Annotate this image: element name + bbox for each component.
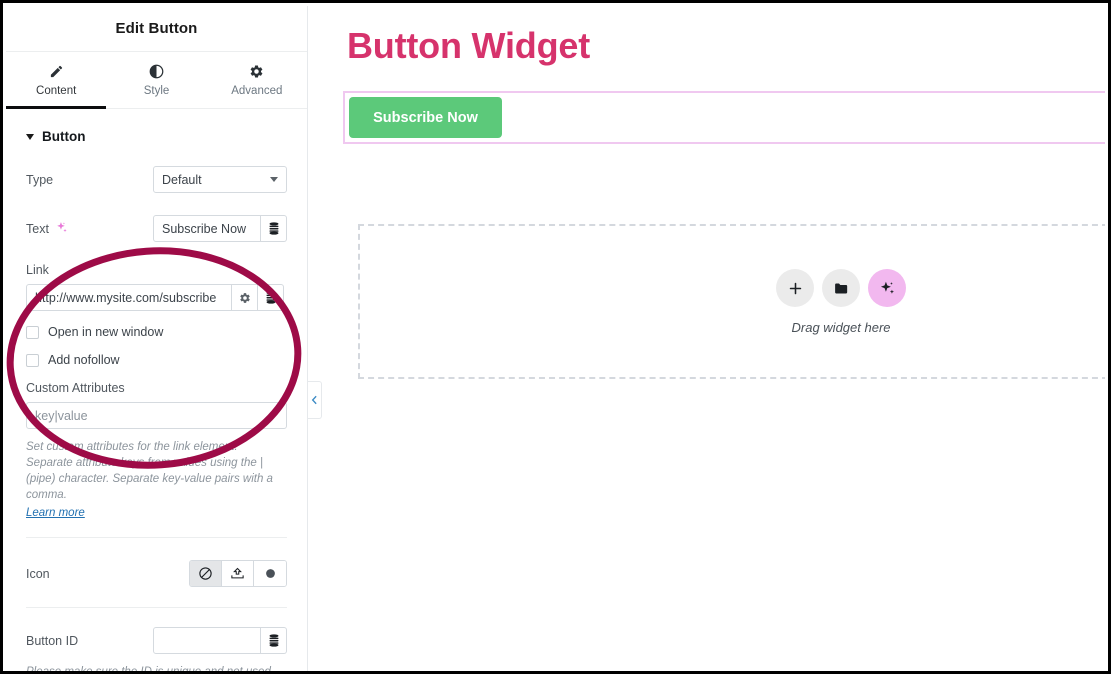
field-icon-label: Icon xyxy=(26,566,50,581)
section-button-title: Button xyxy=(42,129,86,144)
field-link-control: http://www.mysite.com/subscribe xyxy=(26,284,287,311)
panel-header: Edit Button xyxy=(6,6,307,52)
dropzone-caption: Drag widget here xyxy=(791,320,891,335)
button-id-help: Please make sure the ID is unique and no… xyxy=(26,664,287,674)
ai-sparkle-icon[interactable] xyxy=(868,269,906,307)
upload-media-icon[interactable] xyxy=(222,561,254,586)
link-input-value: http://www.mysite.com/subscribe xyxy=(35,290,217,305)
field-text-control: Subscribe Now xyxy=(153,215,287,242)
dropzone-tools xyxy=(776,269,906,307)
field-button-id-row: Button ID xyxy=(26,627,287,654)
add-nofollow-label: Add nofollow xyxy=(48,353,120,367)
tab-style-label: Style xyxy=(143,85,170,97)
filled-circle-icon[interactable] xyxy=(254,561,286,586)
field-text-label: Text xyxy=(26,221,49,236)
editor-canvas: Button Widget Subscribe Now Drag widget … xyxy=(309,6,1105,668)
panel-title: Edit Button xyxy=(115,20,198,37)
open-in-new-window-checkbox[interactable] xyxy=(26,325,39,339)
dynamic-tag-icon[interactable] xyxy=(261,215,287,242)
icon-picker-group xyxy=(189,560,287,587)
field-type-row: Type Default xyxy=(26,166,287,193)
panel-collapse-handle[interactable] xyxy=(308,381,322,419)
ai-sparkle-icon[interactable] xyxy=(55,221,68,237)
tab-advanced-label: Advanced xyxy=(231,85,283,97)
field-text-row: Text Subscribe Now xyxy=(26,215,287,242)
none-icon[interactable] xyxy=(190,561,222,586)
screenshot-root: Edit Button Content Style Advanced Butto… xyxy=(0,0,1111,674)
text-input[interactable]: Subscribe Now xyxy=(153,215,261,242)
button-id-input[interactable] xyxy=(153,627,261,654)
chevron-down-icon xyxy=(26,133,34,140)
link-input[interactable]: http://www.mysite.com/subscribe xyxy=(26,284,232,311)
field-button-id-label: Button ID xyxy=(26,633,79,648)
panel-tabs: Content Style Advanced xyxy=(6,52,307,109)
field-icon-row: Icon xyxy=(26,560,287,587)
folder-template-icon[interactable] xyxy=(822,269,860,307)
selected-widget-outline[interactable]: Subscribe Now xyxy=(343,91,1105,144)
field-button-id-control xyxy=(153,627,287,654)
custom-attributes-label: Custom Attributes xyxy=(26,381,125,395)
section-button-header[interactable]: Button xyxy=(6,109,307,144)
field-type-label: Type xyxy=(26,172,54,187)
divider xyxy=(26,607,287,608)
chevron-down-icon xyxy=(270,177,278,182)
tab-content[interactable]: Content xyxy=(6,52,107,109)
tab-advanced[interactable]: Advanced xyxy=(207,52,307,108)
text-input-value: Subscribe Now xyxy=(162,221,247,236)
custom-attributes-placeholder: key|value xyxy=(35,408,88,423)
open-in-new-window-label: Open in new window xyxy=(48,325,164,339)
add-nofollow-row[interactable]: Add nofollow xyxy=(26,353,287,367)
add-element-icon[interactable] xyxy=(776,269,814,307)
learn-more-link[interactable]: Learn more xyxy=(26,507,85,519)
field-text-label-group: Text xyxy=(26,221,68,237)
add-nofollow-checkbox[interactable] xyxy=(26,353,39,367)
tab-style[interactable]: Style xyxy=(106,52,206,108)
custom-attributes-input[interactable]: key|value xyxy=(26,402,287,429)
subscribe-now-button[interactable]: Subscribe Now xyxy=(349,97,502,138)
link-options-gear-icon[interactable] xyxy=(232,284,258,311)
field-type-control: Default xyxy=(153,166,287,193)
type-select-value: Default xyxy=(162,172,202,187)
divider xyxy=(26,537,287,538)
contrast-icon xyxy=(149,63,164,80)
tab-content-label: Content xyxy=(36,85,77,97)
type-select[interactable]: Default xyxy=(153,166,287,193)
editor-panel: Edit Button Content Style Advanced Butto… xyxy=(6,6,308,674)
page-title: Button Widget xyxy=(347,25,591,66)
dynamic-tag-icon[interactable] xyxy=(261,627,287,654)
field-link-label: Link xyxy=(26,263,49,277)
button-id-help-part1: Please make sure the ID is unique and no… xyxy=(26,666,271,674)
open-in-new-window-row[interactable]: Open in new window xyxy=(26,325,287,339)
custom-attributes-help: Set custom attributes for the link eleme… xyxy=(26,441,273,501)
panel-form: Type Default Text Subscribe Now Link htt… xyxy=(6,166,307,674)
subscribe-now-label: Subscribe Now xyxy=(373,109,478,126)
dynamic-tag-icon[interactable] xyxy=(258,284,284,311)
pencil-icon xyxy=(49,63,64,80)
widget-dropzone[interactable]: Drag widget here xyxy=(358,224,1105,379)
gear-icon xyxy=(249,63,264,80)
